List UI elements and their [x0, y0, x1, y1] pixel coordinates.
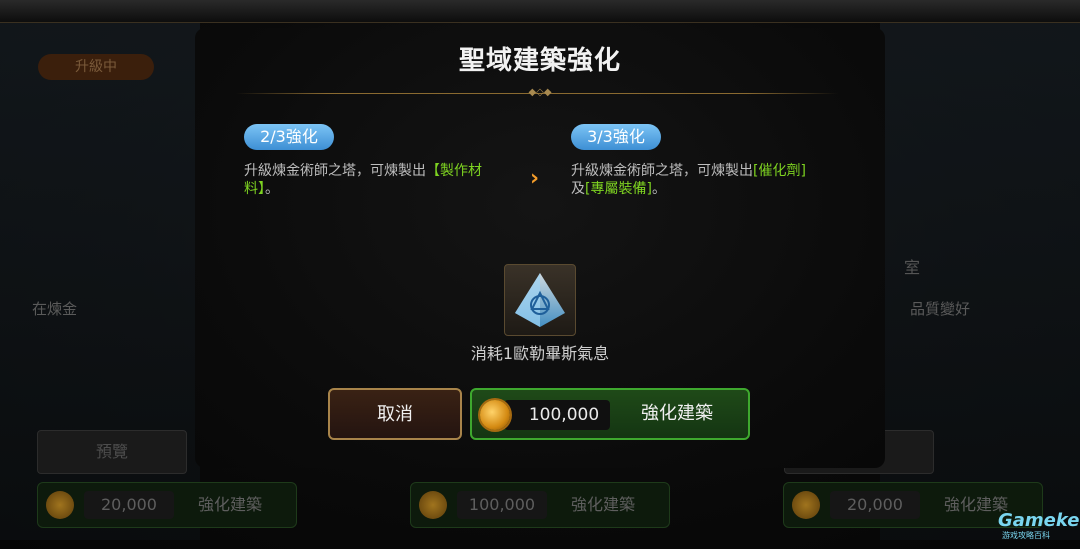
coin-icon	[419, 491, 447, 519]
consume-text: 消耗1歐勒畢斯氣息	[470, 344, 610, 363]
background-text-right: 品質變好	[910, 300, 971, 318]
next-desc-suffix: 。	[651, 181, 666, 197]
background-upgrade-card-2: 100,000 強化建築	[410, 482, 670, 528]
gold-coin-icon	[480, 400, 510, 430]
current-desc-prefix: 升級煉金術師之塔，可煉製出	[244, 163, 426, 179]
dialog-title: 聖域建築強化	[458, 46, 621, 76]
watermark-logo: Gamekee	[998, 510, 1080, 531]
next-desc-mid: 及	[571, 181, 585, 197]
next-level-badge: 3/3強化	[571, 124, 661, 150]
background-text-left: 在煉金	[32, 300, 78, 318]
coin-icon	[792, 491, 820, 519]
current-desc-suffix: 。	[265, 181, 279, 197]
background-upgrade-card-1: 20,000 強化建築	[37, 482, 297, 528]
upgrade-button-label: 強化建築	[641, 403, 713, 424]
background-cost: 100,000	[457, 491, 547, 519]
watermark-subtitle: 游戏攻略百科	[1002, 531, 1050, 540]
background-upgrade-label: 強化建築	[571, 495, 636, 514]
cancel-button[interactable]: 取消	[328, 388, 462, 440]
background-preview-button-left: 預覽	[37, 430, 187, 474]
next-desc-highlight-2: [專屬裝備]	[585, 181, 652, 197]
upgrade-building-button[interactable]: 100,000 強化建築	[470, 388, 750, 440]
background-cost: 20,000	[84, 491, 174, 519]
next-desc-highlight-1: [催化劑]	[753, 163, 806, 179]
next-desc-prefix: 升級煉金術師之塔，可煉製出	[571, 163, 753, 179]
background-room-right: 室	[904, 258, 921, 277]
arrow-right-icon: ›	[530, 166, 540, 191]
top-bar	[0, 0, 1080, 23]
divider-ornament-icon: ◆◇◆	[528, 87, 552, 98]
next-level-description: 升級煉金術師之塔，可煉製出[催化劑] 及[專屬裝備]。	[571, 162, 841, 198]
crystal-pyramid-icon	[515, 273, 565, 327]
background-upgrade-label: 強化建築	[198, 495, 263, 514]
background-cost: 20,000	[830, 491, 920, 519]
consumable-item-slot[interactable]	[504, 264, 576, 336]
current-level-badge: 2/3強化	[244, 124, 334, 150]
coin-icon	[46, 491, 74, 519]
current-level-description: 升級煉金術師之塔，可煉製出【製作材料】。	[244, 162, 504, 198]
upgrade-cost: 100,000	[504, 400, 610, 430]
